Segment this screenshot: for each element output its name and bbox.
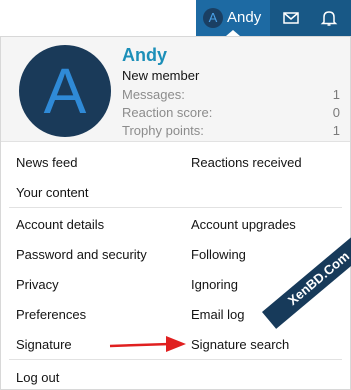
- stat-label: Trophy points:: [122, 123, 204, 138]
- email-log-link[interactable]: Email log: [191, 307, 244, 322]
- stat-value: 0: [332, 105, 340, 120]
- signature-search-link[interactable]: Signature search: [191, 337, 289, 352]
- preferences-link[interactable]: Preferences: [16, 307, 86, 322]
- account-menu-tab[interactable]: A Andy: [196, 0, 270, 36]
- news-feed-link[interactable]: News feed: [16, 155, 77, 170]
- account-details-link[interactable]: Account details: [16, 217, 104, 232]
- password-security-link[interactable]: Password and security: [16, 247, 147, 262]
- top-navigation-bar: A Andy: [0, 0, 351, 36]
- signature-link[interactable]: Signature: [16, 337, 72, 352]
- stat-label: Reaction score:: [122, 105, 213, 120]
- stat-value: 1: [332, 123, 340, 138]
- stat-value: 1: [332, 87, 340, 102]
- privacy-link[interactable]: Privacy: [16, 277, 59, 292]
- divider: [9, 207, 342, 208]
- username-label: Andy: [227, 9, 262, 26]
- profile-name[interactable]: Andy: [122, 45, 167, 66]
- avatar: A: [203, 8, 223, 28]
- bell-icon[interactable]: [320, 9, 338, 27]
- following-link[interactable]: Following: [191, 247, 246, 262]
- red-arrow-icon: [109, 336, 186, 352]
- user-title: New member: [122, 68, 200, 83]
- log-out-link[interactable]: Log out: [16, 370, 59, 385]
- avatar[interactable]: A: [19, 45, 111, 137]
- ignoring-link[interactable]: Ignoring: [191, 277, 238, 292]
- reactions-received-link[interactable]: Reactions received: [191, 155, 302, 170]
- stat-trophy-points: Trophy points: 1: [122, 123, 340, 138]
- account-upgrades-link[interactable]: Account upgrades: [191, 217, 296, 232]
- stat-reaction-score: Reaction score: 0: [122, 105, 340, 120]
- user-toolbar: A Andy: [196, 0, 351, 36]
- mail-icon[interactable]: [282, 9, 300, 27]
- stat-messages: Messages: 1: [122, 87, 340, 102]
- stat-label: Messages:: [122, 87, 185, 102]
- your-content-link[interactable]: Your content: [16, 185, 89, 200]
- profile-summary: A Andy New member Messages: 1 Reaction s…: [1, 37, 350, 142]
